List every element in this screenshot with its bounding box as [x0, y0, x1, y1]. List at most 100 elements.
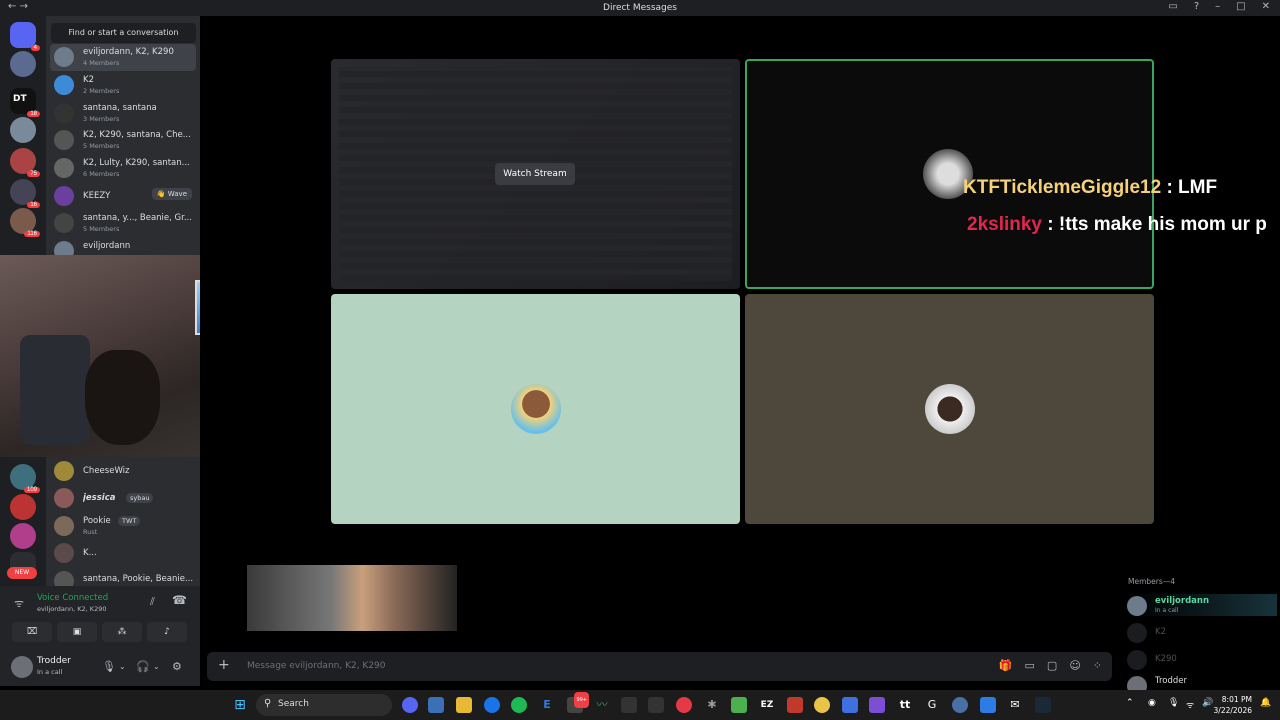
server-icon[interactable] — [10, 117, 36, 143]
camera-button[interactable]: ⌧ — [12, 622, 52, 642]
avatar[interactable] — [11, 656, 33, 678]
video-thumbnail[interactable] — [247, 565, 457, 631]
server-icon[interactable]: 16 — [10, 179, 40, 208]
dm-item[interactable]: santana, y..., Beanie, Gr... 5 Members — [50, 210, 196, 237]
add-attachment-icon[interactable]: + — [218, 657, 230, 673]
member-item[interactable]: K290 — [1127, 648, 1277, 670]
emoji-icon[interactable]: ☺ — [1069, 659, 1080, 672]
dm-item[interactable]: Pookie TWT Rust — [50, 513, 196, 540]
dm-item[interactable]: CheeseWiz — [50, 458, 196, 485]
dm-item[interactable]: eviljordann, K2, K290 4 Members — [50, 44, 196, 71]
app-icon[interactable] — [952, 697, 968, 713]
app-icon[interactable] — [814, 697, 830, 713]
dm-name: K2, Lulty, K290, santan... — [83, 158, 190, 168]
dm-item[interactable]: K2 2 Members — [50, 72, 196, 99]
soundboard-button[interactable]: ♪ — [147, 622, 187, 642]
steam-icon[interactable] — [1035, 697, 1051, 713]
gift-icon[interactable]: 🎁 — [999, 659, 1013, 672]
headphones-icon[interactable]: 🎧 — [136, 660, 150, 673]
disconnect-icon[interactable]: ☎ — [172, 593, 187, 607]
server-icon[interactable] — [10, 51, 36, 77]
participant-tile[interactable] — [331, 294, 740, 524]
microphone-icon[interactable]: 🎙 — [102, 660, 116, 673]
dm-name: eviljordann — [83, 241, 131, 251]
time-text: 8:01 PM — [1221, 695, 1252, 704]
member-item[interactable]: K2 — [1127, 621, 1277, 643]
inbox-icon[interactable]: ▭ — [1168, 1, 1177, 12]
dm-subtitle: 3 Members — [83, 115, 120, 123]
server-icon[interactable] — [10, 523, 36, 549]
app-icon[interactable]: tt — [897, 697, 913, 713]
app-icon[interactable] — [869, 697, 885, 713]
watch-stream-button[interactable]: Watch Stream — [495, 163, 575, 185]
volume-icon[interactable]: 🔊 — [1202, 698, 1213, 708]
chevron-down-icon[interactable]: ⌄ — [119, 662, 126, 671]
message-composer[interactable]: + Message eviljordann, K2, K290 🎁 ▭ ▢ ☺ … — [207, 652, 1112, 681]
app-icon[interactable] — [980, 697, 996, 713]
participant-tile-speaking[interactable] — [745, 59, 1154, 289]
minimize-icon[interactable]: – — [1215, 1, 1220, 12]
app-icon[interactable] — [621, 697, 637, 713]
tray-overflow-icon[interactable]: ⌃ — [1126, 698, 1134, 708]
settings-gear-icon[interactable]: ⚙ — [172, 660, 182, 673]
home-button[interactable]: 4 — [10, 22, 40, 51]
spotify-icon[interactable] — [511, 697, 527, 713]
help-icon[interactable]: ? — [1194, 1, 1199, 12]
tray-icon[interactable]: ◉ — [1148, 698, 1156, 708]
signal-icon[interactable]: ᯤ — [14, 596, 24, 611]
dm-item[interactable]: K2, K290, santana, Che... 5 Members — [50, 127, 196, 154]
gif-icon[interactable]: ▭ — [1025, 659, 1035, 672]
chevron-down-icon[interactable]: ⌄ — [153, 662, 160, 671]
server-icon[interactable] — [10, 494, 36, 520]
app-icon[interactable] — [648, 697, 664, 713]
member-item[interactable]: eviljordann In a call — [1127, 594, 1277, 616]
server-icon[interactable]: 116 — [10, 208, 40, 237]
server-icon[interactable]: 75 — [10, 148, 40, 177]
epic-icon[interactable]: E — [539, 697, 555, 713]
message-input[interactable]: Message eviljordann, K2, K290 — [247, 661, 386, 671]
app-icon[interactable]: 〰 — [594, 697, 610, 713]
noise-suppression-icon[interactable]: ⫽ — [150, 595, 155, 609]
server-icon[interactable]: DT 18 — [10, 88, 40, 117]
dm-item[interactable]: K... — [50, 540, 196, 567]
app-icon[interactable] — [787, 697, 803, 713]
dm-item[interactable]: santana, Pookie, Beanie... — [50, 568, 196, 586]
soundboard-icon: ♪ — [164, 627, 170, 637]
notification-bell-icon[interactable]: 🔔 — [1260, 698, 1271, 708]
chrome-icon[interactable] — [484, 697, 500, 713]
server-icon[interactable]: 109 — [10, 464, 40, 493]
activities-button[interactable]: ⁂ — [102, 622, 142, 642]
dm-item[interactable]: santana, santana 3 Members — [50, 100, 196, 127]
screenshare-button[interactable]: ▣ — [57, 622, 97, 642]
mic-tray-icon[interactable]: 🎙 — [1168, 698, 1179, 708]
media-icon[interactable] — [676, 697, 692, 713]
dm-item[interactable]: K2, Lulty, K290, santan... 6 Members — [50, 155, 196, 182]
app-icon[interactable]: G — [924, 697, 940, 713]
sticker-icon[interactable]: ▢ — [1047, 659, 1057, 672]
dm-item[interactable]: KEEZY 👋 Wave — [50, 183, 196, 210]
search-conversations-button[interactable]: Find or start a conversation — [51, 23, 196, 43]
stream-tile[interactable]: Watch Stream — [331, 59, 740, 289]
app-icon[interactable] — [842, 697, 858, 713]
clock[interactable]: 8:01 PM 3/22/2026 — [1214, 694, 1252, 716]
start-icon[interactable]: ⊞ — [232, 697, 248, 713]
discord-taskbar-icon[interactable] — [402, 697, 418, 713]
wave-button[interactable]: 👋 Wave — [151, 188, 192, 200]
app-icon[interactable]: 99+ — [567, 692, 589, 713]
app-icon[interactable]: EZ — [759, 697, 775, 713]
participant-tile[interactable] — [745, 294, 1154, 524]
app-icon[interactable]: ✉ — [1007, 697, 1023, 713]
avatar — [54, 103, 74, 123]
close-icon[interactable]: ✕ — [1262, 1, 1270, 12]
avatar — [1127, 623, 1147, 643]
maximize-icon[interactable]: □ — [1236, 1, 1245, 12]
photos-icon[interactable] — [428, 697, 444, 713]
file-explorer-icon[interactable] — [456, 697, 472, 713]
wifi-icon[interactable]: ᯤ — [1186, 698, 1194, 711]
app-icon[interactable]: ✱ — [704, 697, 720, 713]
dm-item[interactable]: jessica sybau — [50, 485, 196, 512]
voice-channel[interactable]: eviljordann, K2, K290 — [37, 605, 106, 613]
taskbar-search[interactable]: ⚲ Search — [256, 694, 392, 716]
apps-icon[interactable]: ⁘ — [1093, 659, 1102, 672]
minecraft-icon[interactable] — [731, 697, 747, 713]
